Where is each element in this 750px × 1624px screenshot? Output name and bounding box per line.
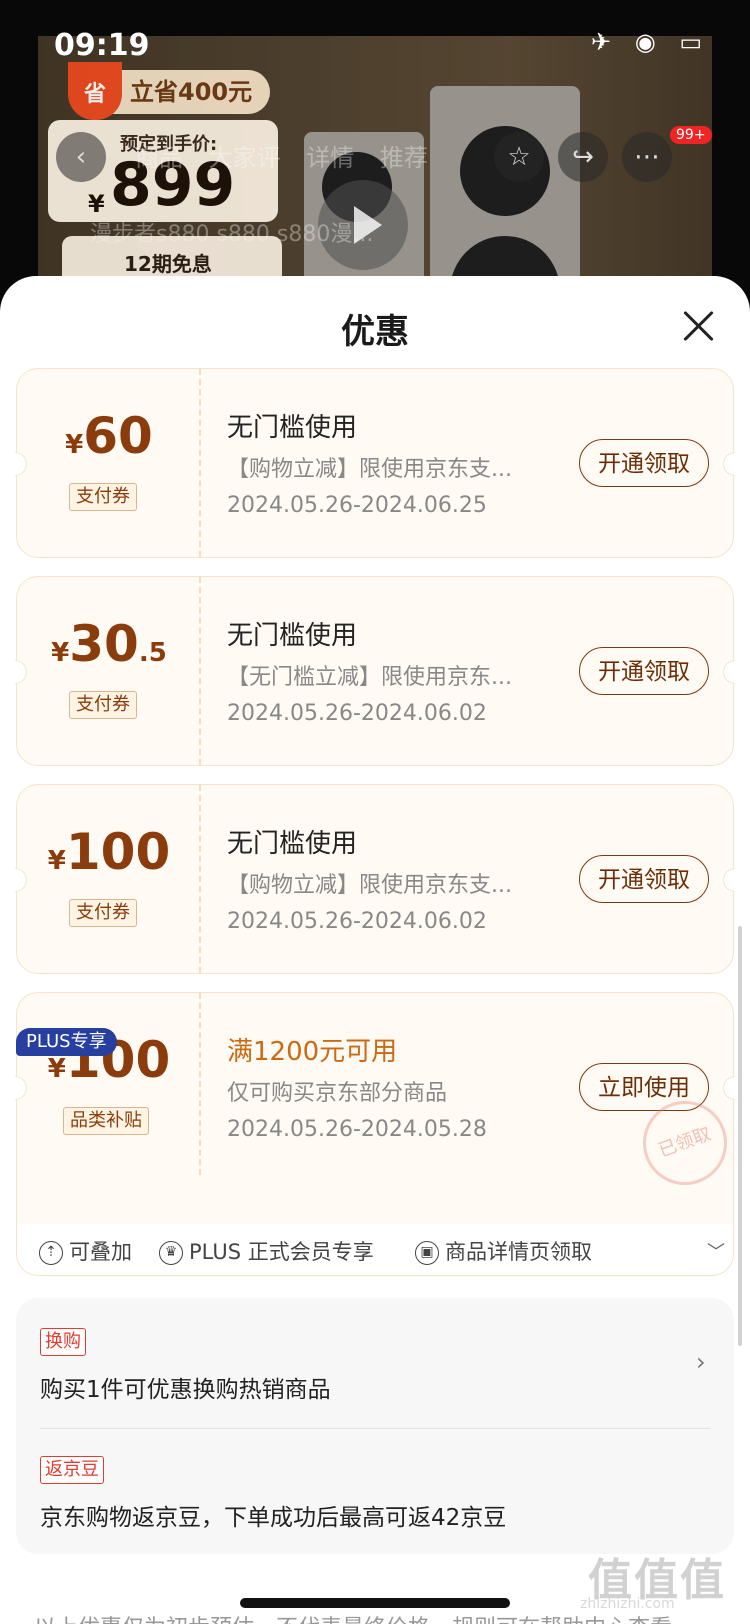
- watermark-site: zhizhizhi.com: [580, 1596, 675, 1612]
- stack-icon: ⇡: [39, 1241, 63, 1265]
- coupon-features: ⇡ 可叠加 ♛ PLUS 正式会员专享 ▣ 商品详情页领取 ﹀: [16, 1224, 734, 1276]
- coupon-validity: 2024.05.26-2024.05.28: [227, 1117, 487, 1142]
- coupon-card: ¥100 支付券 无门槛使用 【购物立减】限使用京东支... 2024.05.2…: [15, 784, 735, 974]
- share-icon[interactable]: ↪: [558, 132, 608, 182]
- coupon-amount: ¥30.5: [51, 615, 167, 673]
- coupon-validity: 2024.05.26-2024.06.02: [227, 909, 487, 934]
- scrollbar[interactable]: [738, 926, 742, 1346]
- discount-sheet: 优惠 ¥60 支付券 无门槛使用 【购物立减】限使用京东支... 2024.05…: [0, 276, 750, 1624]
- close-icon[interactable]: [680, 308, 716, 344]
- ticket-icon: ▣: [415, 1241, 439, 1265]
- plus-exclusive-badge: PLUS专享: [16, 1028, 117, 1056]
- coupon-title: 满1200元可用: [227, 1037, 398, 1067]
- claim-coupon-button[interactable]: 开通领取: [579, 647, 709, 695]
- footer-note: 以上优惠仅为初步预估，不代表最终价格，规则可在帮助中心查看: [34, 1610, 672, 1624]
- coupon-title: 无门槛使用: [227, 413, 358, 443]
- coupon-type-tag: 品类补贴: [63, 1107, 149, 1135]
- coupon-description: 仅可购买京东部分商品: [227, 1081, 448, 1106]
- save-badge: 省 立省400元: [68, 62, 271, 120]
- coupon-validity: 2024.05.26-2024.06.02: [227, 701, 487, 726]
- more-icon[interactable]: ⋯: [622, 132, 672, 182]
- offer-exchange-text[interactable]: 购买1件可优惠换购热销商品: [40, 1370, 331, 1404]
- coupon-description: 【购物立减】限使用京东支...: [227, 457, 512, 482]
- coupon-card-plus: ¥100 品类补贴 满1200元可用 仅可购买京东部分商品 2024.05.26…: [15, 992, 739, 1226]
- status-icons: ✈ ◉ ▭: [591, 28, 710, 56]
- coupon-amount: ¥100: [47, 823, 171, 881]
- save-text: 立省400元: [130, 78, 253, 106]
- coupon-card: ¥60 支付券 无门槛使用 【购物立减】限使用京东支... 2024.05.26…: [15, 368, 735, 558]
- offer-jingdou-text: 京东购物返京豆，下单成功后最高可返42京豆: [40, 1505, 507, 1531]
- coupon-amount: ¥60: [65, 407, 153, 465]
- save-mark-icon: 省: [68, 62, 122, 120]
- coupon-card: ¥30.5 支付券 无门槛使用 【无门槛立减】限使用京东... 2024.05.…: [15, 576, 735, 766]
- feature-plus-member: ♛ PLUS 正式会员专享: [159, 1236, 374, 1266]
- status-time: 09:19: [54, 28, 150, 63]
- coupon-type-tag: 支付券: [69, 483, 137, 511]
- product-tabs: 商品 大家评 详情 推荐: [135, 144, 428, 172]
- feature-stackable: ⇡ 可叠加: [39, 1236, 132, 1266]
- notification-badge: 99+: [670, 126, 712, 144]
- offer-tag-exchange: 换购: [40, 1328, 86, 1356]
- coupon-title: 无门槛使用: [227, 621, 358, 651]
- crown-icon: ♛: [159, 1241, 183, 1265]
- back-icon[interactable]: ‹: [56, 132, 106, 182]
- claim-coupon-button[interactable]: 开通领取: [579, 439, 709, 487]
- coupon-description: 【无门槛立减】限使用京东...: [227, 665, 512, 690]
- sheet-title: 优惠: [341, 312, 409, 352]
- extra-offers-panel: 换购 购买1件可优惠换购热销商品 › 返京豆 京东购物返京豆，下单成功后最高可返…: [16, 1298, 734, 1554]
- price-currency: ¥: [88, 190, 105, 218]
- coupon-description: 【购物立减】限使用京东支...: [227, 873, 512, 898]
- installment-text: 12期免息: [124, 252, 212, 276]
- coupon-validity: 2024.05.26-2024.06.25: [227, 493, 487, 518]
- favorite-star-icon[interactable]: ☆: [494, 132, 544, 182]
- claim-coupon-button[interactable]: 开通领取: [579, 855, 709, 903]
- coupon-title: 无门槛使用: [227, 829, 358, 859]
- home-indicator[interactable]: [240, 1598, 510, 1608]
- coupon-type-tag: 支付券: [69, 899, 137, 927]
- offer-tag-jingdou: 返京豆: [40, 1456, 104, 1484]
- divider: [40, 1428, 710, 1429]
- chevron-down-icon[interactable]: ﹀: [707, 1238, 725, 1264]
- chevron-right-icon[interactable]: ›: [696, 1348, 706, 1376]
- coupon-type-tag: 支付券: [69, 691, 137, 719]
- feature-detail-page: ▣ 商品详情页领取: [415, 1236, 592, 1266]
